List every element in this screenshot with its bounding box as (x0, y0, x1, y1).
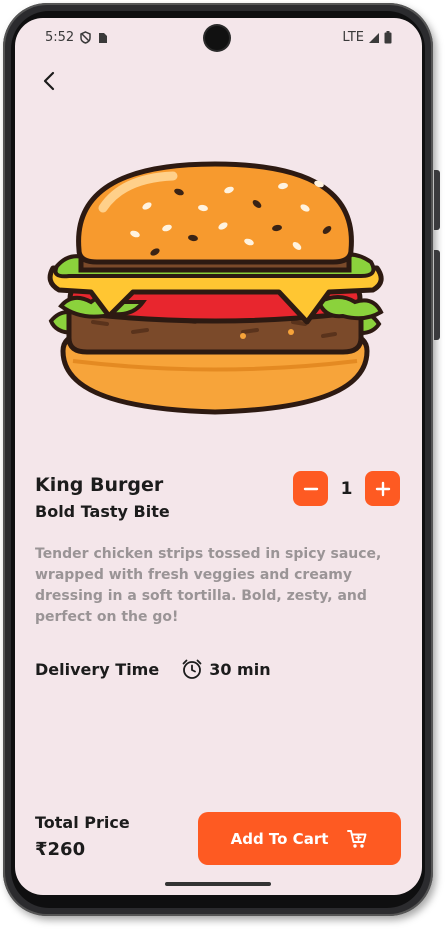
app-screen: 5:52 LTE King Burger Bold Tasty Bite 1 T… (15, 18, 422, 895)
alarm-clock-icon (182, 659, 202, 679)
total-price-value: ₹260 (35, 839, 86, 860)
product-name: King Burger (35, 474, 164, 496)
delivery-time-value: 30 min (209, 659, 271, 679)
shopping-cart-icon (347, 829, 367, 848)
add-to-cart-label: Add To Cart (230, 829, 329, 848)
quantity-stepper: 1 (293, 471, 400, 506)
increase-quantity-button[interactable] (365, 471, 400, 506)
front-camera (205, 26, 229, 50)
product-tagline: Bold Tasty Bite (35, 502, 170, 521)
add-to-cart-button[interactable]: Add To Cart (198, 812, 401, 865)
back-arrow-icon (43, 71, 55, 91)
status-time: 5:52 (45, 30, 75, 45)
network-type: LTE (342, 30, 364, 45)
back-button[interactable] (35, 66, 65, 96)
sim-card-icon (99, 32, 108, 43)
product-description: Tender chicken strips tossed in spicy sa… (35, 546, 382, 625)
shield-icon (80, 31, 91, 44)
volume-button (434, 250, 440, 340)
total-price-label: Total Price (35, 813, 130, 832)
power-button (434, 170, 440, 230)
quantity-value: 1 (340, 478, 353, 499)
home-indicator[interactable] (165, 882, 271, 886)
minus-icon (303, 487, 318, 490)
decrease-quantity-button[interactable] (293, 471, 328, 506)
plus-icon (375, 481, 390, 496)
burger-image (47, 161, 384, 415)
delivery-time-label: Delivery Time (35, 659, 160, 679)
signal-icon (369, 32, 379, 43)
battery-icon (384, 31, 392, 44)
delivery-info: Delivery Time 30 min (35, 658, 271, 680)
